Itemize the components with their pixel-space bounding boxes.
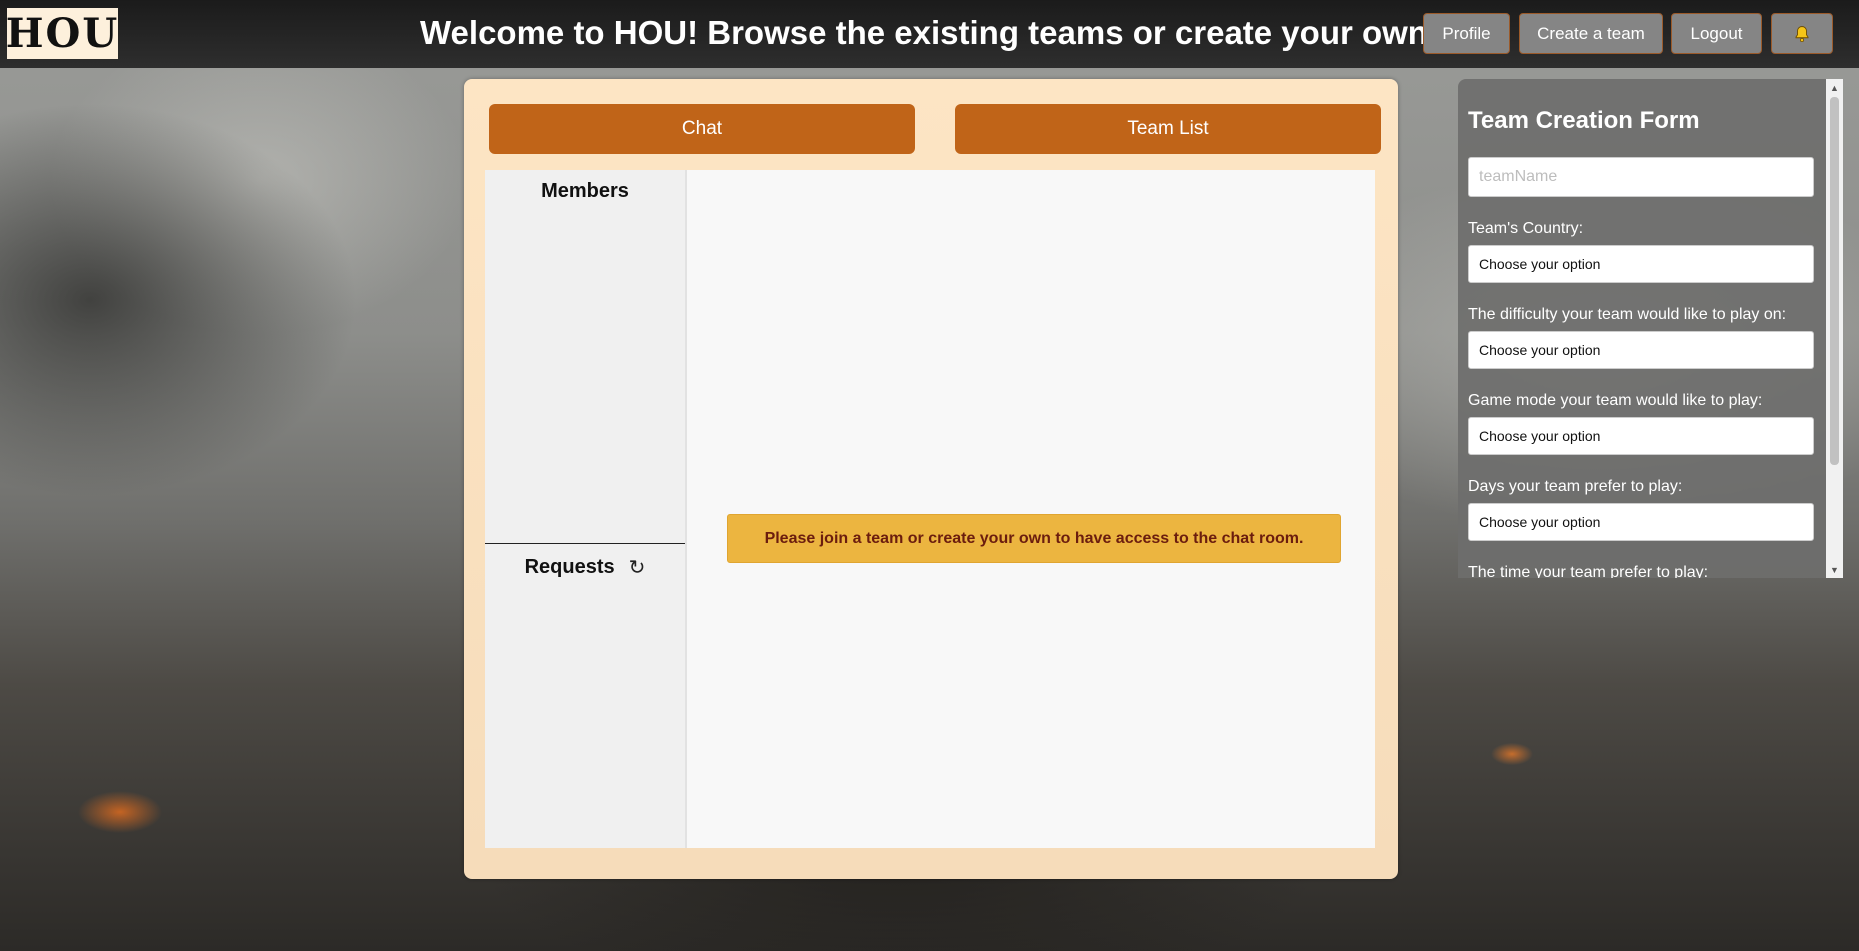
scroll-thumb[interactable] bbox=[1830, 97, 1839, 465]
game-mode-select[interactable]: Choose your option bbox=[1468, 417, 1814, 455]
team-list-tab-button[interactable]: Team List bbox=[955, 104, 1381, 154]
top-navbar: HOU Welcome to HOU! Browse the existing … bbox=[0, 0, 1859, 68]
country-select[interactable]: Choose your option bbox=[1468, 245, 1814, 283]
form-title: Team Creation Form bbox=[1468, 107, 1700, 134]
team-name-input[interactable] bbox=[1468, 157, 1814, 197]
hou-logo[interactable]: HOU bbox=[6, 8, 118, 59]
sidebar-divider bbox=[485, 543, 685, 544]
time-label: The time your team prefer to play: bbox=[1468, 564, 1709, 578]
notifications-button[interactable] bbox=[1771, 13, 1833, 54]
difficulty-label: The difficulty your team would like to p… bbox=[1468, 306, 1787, 323]
team-creation-form: Team Creation Form Team's Country: Choos… bbox=[1458, 79, 1843, 578]
form-scrollbar[interactable]: ▲ ▼ bbox=[1826, 79, 1843, 578]
refresh-icon[interactable]: ↻ bbox=[629, 555, 646, 579]
country-label: Team's Country: bbox=[1468, 220, 1584, 237]
bell-icon bbox=[1795, 25, 1809, 42]
requests-header: Requests ↻ bbox=[485, 555, 685, 579]
scroll-down-icon[interactable]: ▼ bbox=[1826, 561, 1843, 578]
requests-heading: Requests bbox=[524, 555, 615, 578]
page-title: Welcome to HOU! Browse the existing team… bbox=[420, 14, 1428, 51]
profile-button[interactable]: Profile bbox=[1423, 13, 1510, 54]
days-select[interactable]: Choose your option bbox=[1468, 503, 1814, 541]
days-label: Days your team prefer to play: bbox=[1468, 478, 1683, 495]
members-heading: Members bbox=[541, 180, 629, 202]
create-team-button[interactable]: Create a team bbox=[1519, 13, 1663, 54]
join-team-notice: Please join a team or create your own to… bbox=[727, 514, 1341, 563]
scroll-up-icon[interactable]: ▲ bbox=[1826, 79, 1843, 96]
chat-tab-button[interactable]: Chat bbox=[489, 104, 915, 154]
difficulty-select[interactable]: Choose your option bbox=[1468, 331, 1814, 369]
chat-area: Please join a team or create your own to… bbox=[685, 170, 1375, 848]
game-mode-label: Game mode your team would like to play: bbox=[1468, 392, 1763, 409]
team-main-panel: Chat Team List Members Requests ↻ Please… bbox=[464, 79, 1398, 879]
members-sidebar: Members Requests ↻ bbox=[485, 170, 685, 848]
logout-button[interactable]: Logout bbox=[1671, 13, 1762, 54]
